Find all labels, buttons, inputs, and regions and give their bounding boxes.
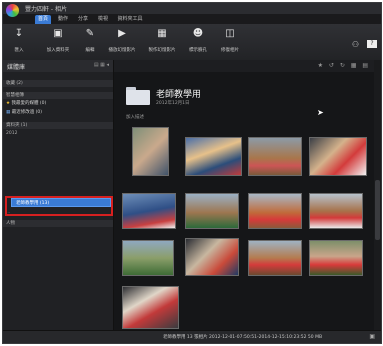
face-icon: ☻ [192,28,204,39]
help-icon[interactable]: ? [367,40,377,48]
play-icon: ▶ [118,28,126,39]
photo-thumb[interactable] [185,137,242,176]
sidebar-section-favorites[interactable]: 收藏 (2) [3,80,113,87]
zoom-icon[interactable]: ▣ [369,333,375,340]
play-slideshow-button[interactable]: ▶ 播放幻燈影片 [105,27,139,53]
tab-home[interactable]: 首頁 [35,15,51,24]
edit-button[interactable]: ✎ 編輯 [81,27,99,53]
scrollbar[interactable] [374,60,381,330]
photo-thumb[interactable] [309,193,363,229]
import-icon: ↧ [14,28,24,39]
tab-actions[interactable]: 動作 [55,15,71,24]
app-window: 豐力四軒 - 相片 – □ × 首頁 動作 分享 檢視 資料夾工具 ↧ 匯入 ▣… [2,2,382,344]
tab-share[interactable]: 分享 [75,15,91,24]
sidebar-section-folders[interactable]: 資料夾 (1) [3,122,113,129]
calendar-icon: ▦ [6,110,11,115]
photo-thumb[interactable] [122,193,176,229]
view-controls-icon[interactable]: ★ ↺ ↻ ▦ ▤ [318,62,370,69]
photo-thumb[interactable] [248,193,302,229]
sidebar-section-smart-albums[interactable]: 智慧相簿 [3,92,113,99]
photo-thumb[interactable] [122,240,174,276]
sidebar-view-icon[interactable]: ▤ ▦ ◂ [94,62,109,68]
album-title: 老師教學用 [156,90,202,100]
sidebar-section-people[interactable]: 人物 [3,220,113,227]
window-title: 豐力四軒 - 相片 [25,6,67,13]
user-icon[interactable]: ⚇ [352,40,359,49]
toolbar: ↧ 匯入 ▣ 加入資料夾 ✎ 編輯 ▶ 播放幻燈影片 ▦ 製作幻燈影片 ☻ 標示… [3,24,381,61]
photo-thumb[interactable] [122,286,179,329]
app-logo-icon [6,4,19,17]
photo-thumb[interactable] [248,137,302,176]
add-description-link[interactable]: 加入描述 [126,114,144,120]
add-folder-button[interactable]: ▣ 加入資料夾 [43,27,73,53]
import-button[interactable]: ↧ 匯入 [9,27,29,53]
photo-thumb[interactable] [132,127,169,176]
photo-thumb[interactable] [185,238,239,276]
pencil-icon: ✎ [85,28,95,39]
photo-thumb[interactable] [185,193,239,229]
sidebar-item-more[interactable]: ... [3,209,113,217]
status-bar: 老師教學用 13 張相片 2012-12-01-07:50:51-2014-12… [3,330,381,343]
status-text: 老師教學用 13 張相片 2012-12-01-07:50:51-2014-12… [163,335,323,340]
sidebar-item-recently-modified[interactable]: ▦ 最近修改過 (0) [3,109,113,117]
title-bar: 豐力四軒 - 相片 – □ × [3,3,381,22]
make-slideshow-button[interactable]: ▦ 製作幻燈影片 [145,27,179,53]
sidebar-header: 媒體庫 ▤ ▦ ◂ [3,60,113,72]
menu-bar: 首頁 動作 分享 檢視 資料夾工具 [3,14,381,24]
photo-thumb[interactable] [248,240,302,276]
sidebar: 媒體庫 ▤ ▦ ◂ 收藏 (2) 智慧相簿 ★ 我最愛的媒體 (0) ▦ 最近修… [3,60,114,330]
tab-view[interactable]: 檢視 [95,15,111,24]
main-header: ★ ↺ ↻ ▦ ▤ [114,60,374,72]
photo-thumb[interactable] [309,240,363,276]
main-panel: ★ ↺ ↻ ▦ ▤ 老師教學用 2012年12月1日 加入描述 ➤ [114,60,374,330]
album-date: 2012年12月1日 [156,101,190,106]
tag-faces-button[interactable]: ☻ 標示臉孔 [185,27,211,53]
sidebar-item-teacher-album[interactable]: 老師教學用 (13) [11,198,111,207]
tab-folder-tools[interactable]: 資料夾工具 [115,15,145,24]
scrollbar-thumb[interactable] [375,180,380,240]
fix-photo-button[interactable]: ◫ 修復相片 [217,27,243,53]
sidebar-item-year[interactable]: 2012 [3,130,113,138]
fix-icon: ◫ [225,28,235,39]
film-icon: ▦ [157,28,167,39]
cursor-icon: ➤ [317,108,324,117]
folder-icon: ▣ [53,28,63,39]
photo-thumb[interactable] [309,137,367,176]
sidebar-title: 媒體庫 [7,64,26,71]
folder-icon [126,87,150,105]
sidebar-item-favorite-media[interactable]: ★ 我最愛的媒體 (0) [3,100,113,108]
star-icon: ★ [6,101,11,106]
